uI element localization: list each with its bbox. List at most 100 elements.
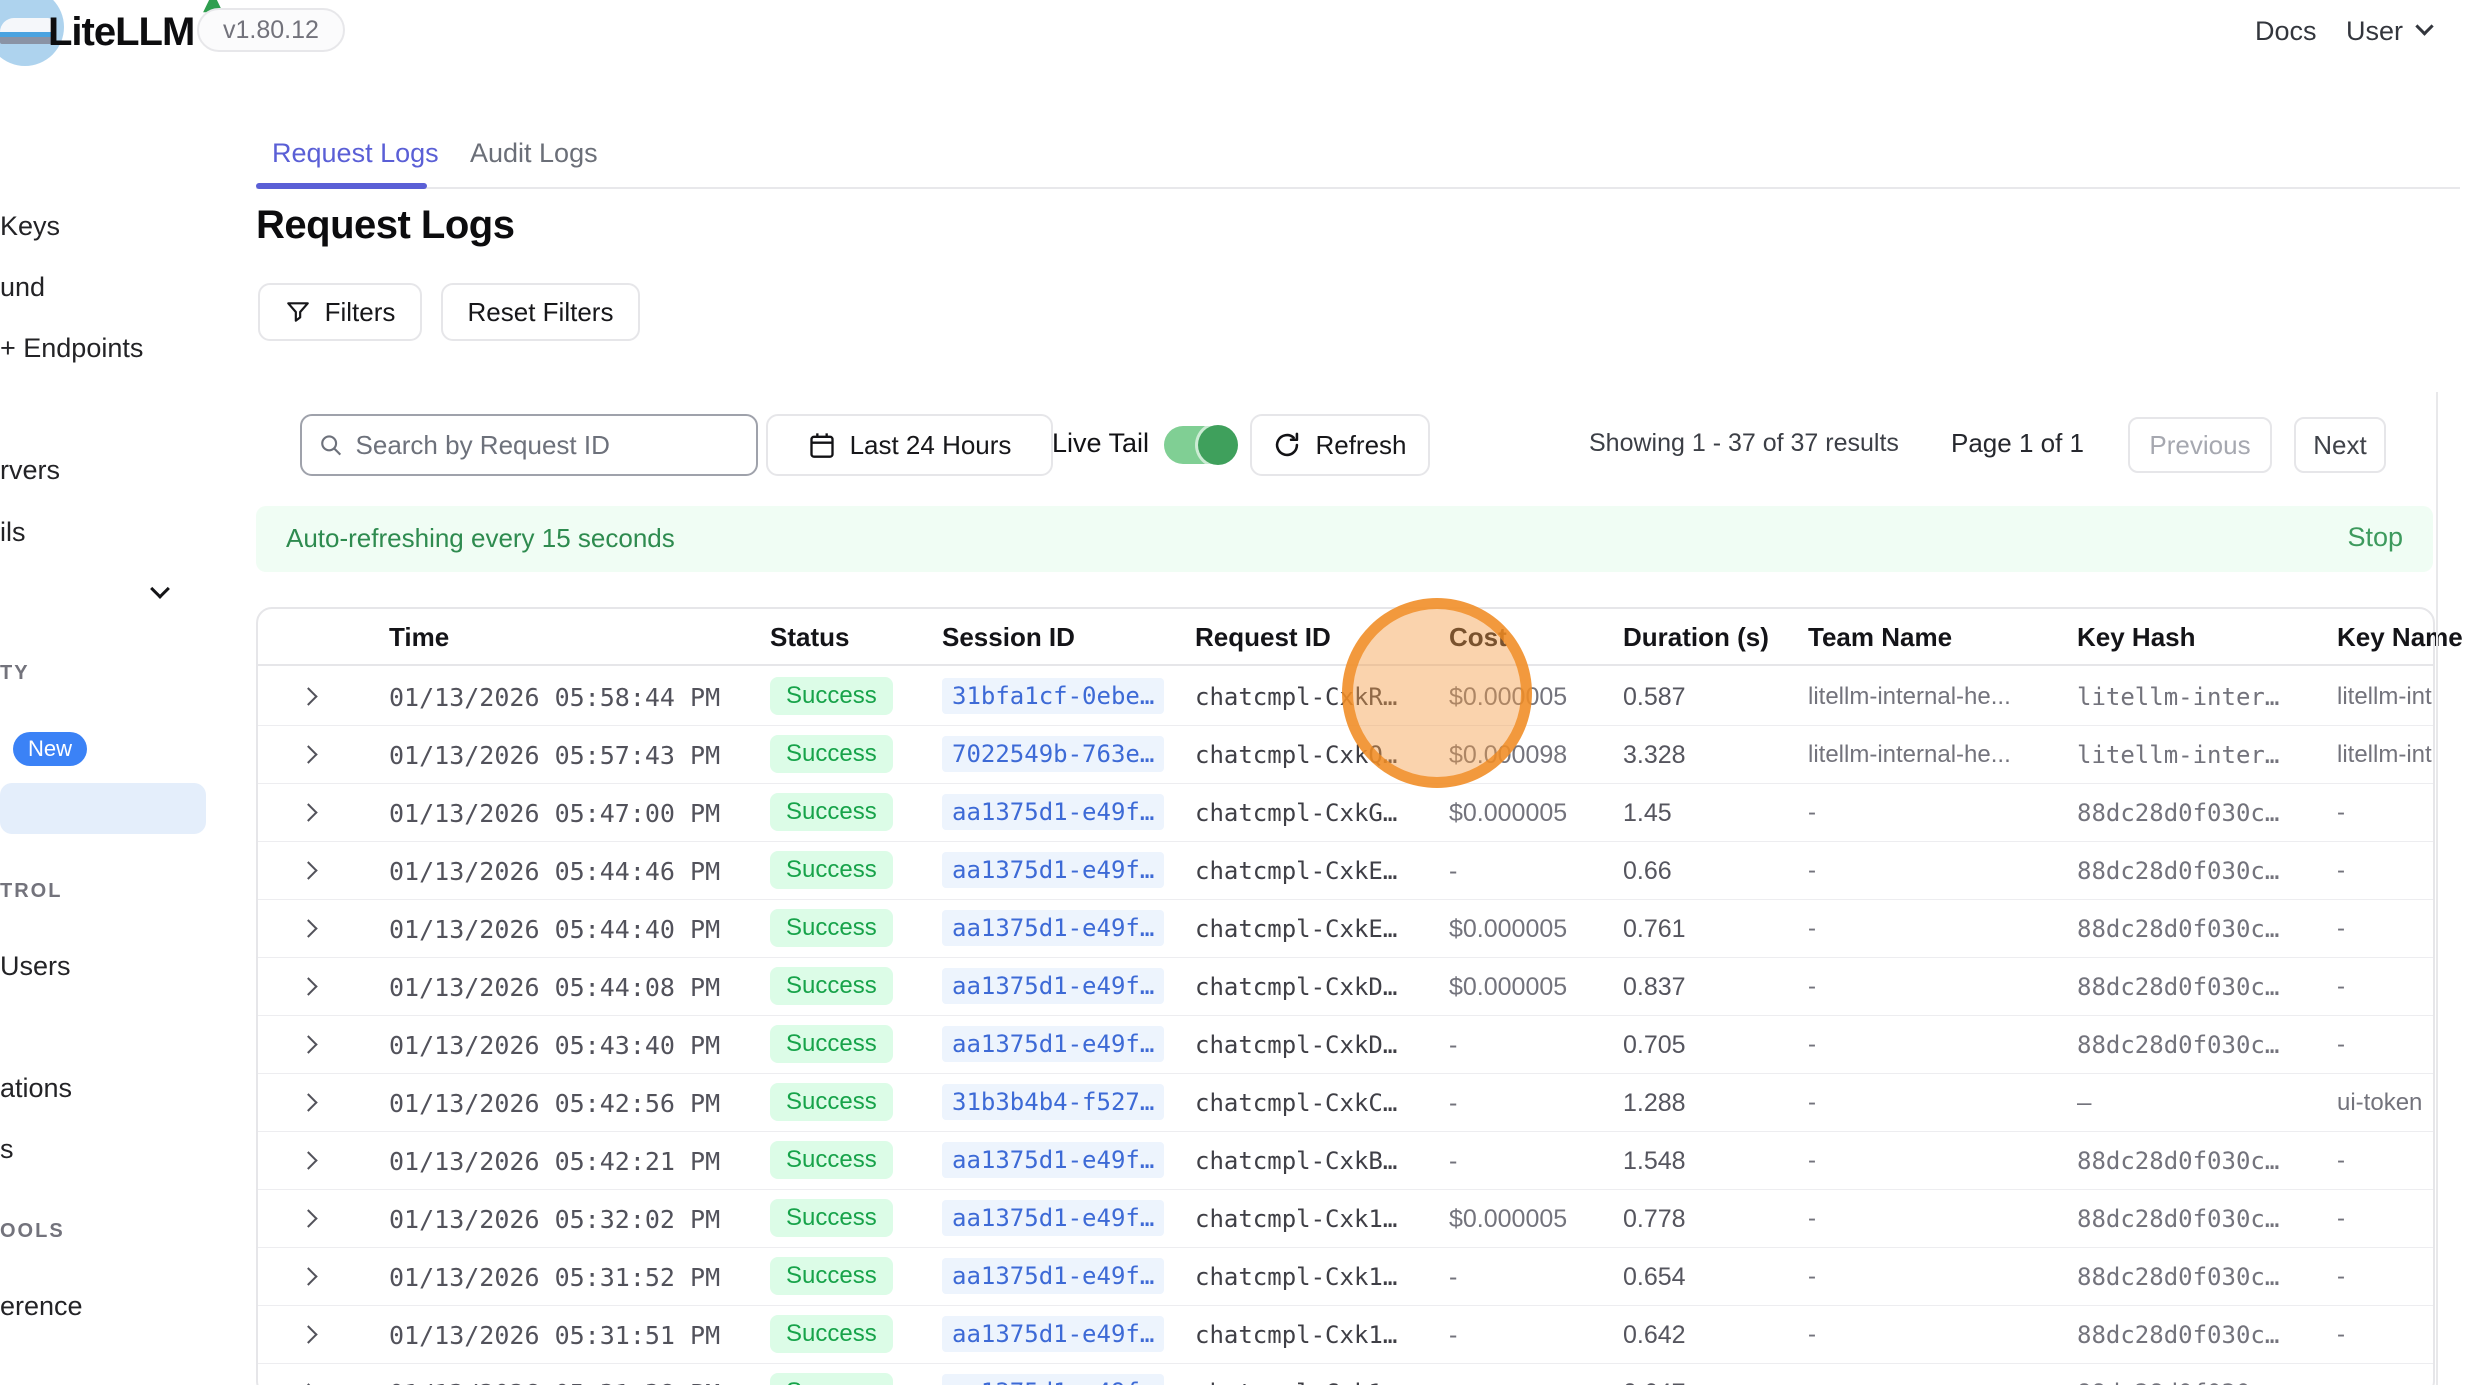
filters-button[interactable]: Filters [258, 283, 422, 341]
search-icon [318, 431, 344, 459]
cell-request-id: chatcmpl-CxkC… [1195, 1089, 1397, 1117]
expand-row-chevron-icon[interactable] [299, 861, 317, 879]
cell-key-name: - [2337, 799, 2345, 827]
cell-time: 01/13/2026 05:43:40 PM [389, 1031, 720, 1060]
live-tail-toggle[interactable] [1164, 426, 1236, 464]
previous-label: Previous [2149, 430, 2250, 461]
status-badge: Success [770, 677, 893, 715]
expand-row-chevron-icon[interactable] [299, 1093, 317, 1111]
time-range-label: Last 24 Hours [850, 430, 1012, 461]
session-id-link[interactable]: aa1375d1-e49f… [942, 794, 1164, 830]
column-header: Duration (s) [1623, 622, 1769, 653]
cell-key-hash: 88dc28d0f030c… [2077, 1205, 2279, 1233]
logs-table: TimeStatusSession IDRequest IDCostDurati… [256, 607, 2435, 1385]
sidebar-section-label: TROL [0, 880, 62, 903]
search-input[interactable] [356, 430, 740, 461]
sidebar-item[interactable]: erence [0, 1291, 83, 1322]
filters-label: Filters [325, 297, 396, 328]
funnel-icon [285, 299, 311, 325]
cell-key-hash: 88dc28d0f030c… [2077, 799, 2279, 827]
expand-row-chevron-icon[interactable] [299, 803, 317, 821]
sidebar-selected-item[interactable] [0, 783, 206, 834]
cell-cost: - [1449, 1321, 1457, 1350]
cell-key-name: - [2337, 973, 2345, 1001]
stop-auto-refresh-link[interactable]: Stop [2347, 522, 2403, 553]
sidebar-item[interactable]: und [0, 272, 45, 303]
session-id-link[interactable]: aa1375d1-e49f… [942, 1142, 1164, 1178]
status-badge: Success [770, 735, 893, 773]
session-id-link[interactable]: aa1375d1-e49f… [942, 968, 1164, 1004]
time-range-button[interactable]: Last 24 Hours [766, 414, 1053, 476]
expand-row-chevron-icon[interactable] [299, 919, 317, 937]
sidebar-item[interactable]: Keys [0, 211, 60, 242]
session-id-link[interactable]: aa1375d1-e49f… [942, 1026, 1164, 1062]
session-id-link[interactable]: aa1375d1-e49f… [942, 1200, 1164, 1236]
cell-cost: - [1449, 857, 1457, 886]
sidebar-item[interactable]: rvers [0, 455, 60, 486]
sidebar-section-label: TY [0, 662, 30, 685]
search-box[interactable] [300, 414, 758, 476]
session-id-link[interactable]: aa1375d1-e49f… [942, 1258, 1164, 1294]
sidebar-item[interactable]: s [0, 1134, 14, 1165]
cell-duration: 0.761 [1623, 915, 1686, 944]
session-id-link[interactable]: aa1375d1-e49f… [942, 852, 1164, 888]
expand-row-chevron-icon[interactable] [299, 745, 317, 763]
status-badge: Success [770, 851, 893, 889]
session-id-link[interactable]: 31bfa1cf-0ebe… [942, 678, 1164, 714]
session-id-link[interactable]: aa1375d1-e49f… [942, 1374, 1164, 1385]
version-label: v1.80.12 [223, 16, 319, 45]
cell-key-hash: 88dc28d0f030c… [2077, 1321, 2279, 1349]
sidebar-item[interactable]: + Endpoints [0, 333, 143, 364]
expand-row-chevron-icon[interactable] [299, 977, 317, 995]
auto-refresh-banner: Auto-refreshing every 15 seconds Stop [256, 506, 2433, 572]
expand-row-chevron-icon[interactable] [299, 1209, 317, 1227]
cell-cost: $0.000005 [1449, 1205, 1567, 1234]
previous-page-button[interactable]: Previous [2128, 417, 2272, 473]
tab-active-underline [256, 183, 427, 189]
cell-key-name: - [2337, 1205, 2345, 1233]
cell-cost: $0.000005 [1449, 973, 1567, 1002]
expand-row-chevron-icon[interactable] [299, 1267, 317, 1285]
user-menu[interactable]: User [2346, 16, 2403, 47]
app-title: LiteLLM [48, 10, 194, 55]
cell-cost: - [1449, 1031, 1457, 1060]
sidebar-item[interactable]: Users [0, 951, 71, 982]
cell-time: 01/13/2026 05:44:40 PM [389, 915, 720, 944]
expand-row-chevron-icon[interactable] [299, 1151, 317, 1169]
status-badge: Success [770, 1257, 893, 1295]
cell-key-name: - [2337, 1379, 2345, 1385]
reset-filters-button[interactable]: Reset Filters [441, 283, 640, 341]
docs-link[interactable]: Docs [2255, 16, 2317, 47]
session-id-link[interactable]: aa1375d1-e49f… [942, 910, 1164, 946]
cell-team-name: - [1808, 1089, 1816, 1117]
tab-audit-logs[interactable]: Audit Logs [470, 138, 598, 169]
click-highlight-circle [1342, 598, 1532, 788]
cell-request-id: chatcmpl-Cxk1… [1195, 1321, 1397, 1349]
expand-row-chevron-icon[interactable] [299, 1325, 317, 1343]
session-id-link[interactable]: aa1375d1-e49f… [942, 1316, 1164, 1352]
expand-row-chevron-icon[interactable] [299, 687, 317, 705]
sidebar-item[interactable]: ations [0, 1073, 72, 1104]
session-id-link[interactable]: 31b3b4b4-f527… [942, 1084, 1164, 1120]
cell-duration: 0.654 [1623, 1263, 1686, 1292]
column-header: Time [389, 622, 449, 653]
next-page-button[interactable]: Next [2294, 417, 2386, 473]
sidebar-item[interactable]: ils [0, 517, 26, 548]
refresh-label: Refresh [1315, 430, 1406, 461]
table-row: 01/13/2026 05:31:38 PMSuccessaa1375d1-e4… [258, 1364, 2433, 1385]
status-badge: Success [770, 1199, 893, 1237]
cell-duration: 3.328 [1623, 741, 1686, 770]
sidebar-collapse-chevron-icon[interactable] [150, 579, 170, 599]
tab-request-logs[interactable]: Request Logs [272, 138, 439, 169]
chevron-down-icon[interactable] [2415, 17, 2433, 35]
session-id-link[interactable]: 7022549b-763e… [942, 736, 1164, 772]
cell-key-hash: 88dc28d0f030c… [2077, 1031, 2279, 1059]
refresh-button[interactable]: Refresh [1250, 414, 1430, 476]
table-row: 01/13/2026 05:31:52 PMSuccessaa1375d1-e4… [258, 1248, 2433, 1306]
cell-key-name: - [2337, 1321, 2345, 1349]
results-count: Showing 1 - 37 of 37 results [1589, 429, 1899, 458]
cell-time: 01/13/2026 05:42:56 PM [389, 1089, 720, 1118]
column-header: Request ID [1195, 622, 1331, 653]
cell-time: 01/13/2026 05:47:00 PM [389, 799, 720, 828]
expand-row-chevron-icon[interactable] [299, 1035, 317, 1053]
